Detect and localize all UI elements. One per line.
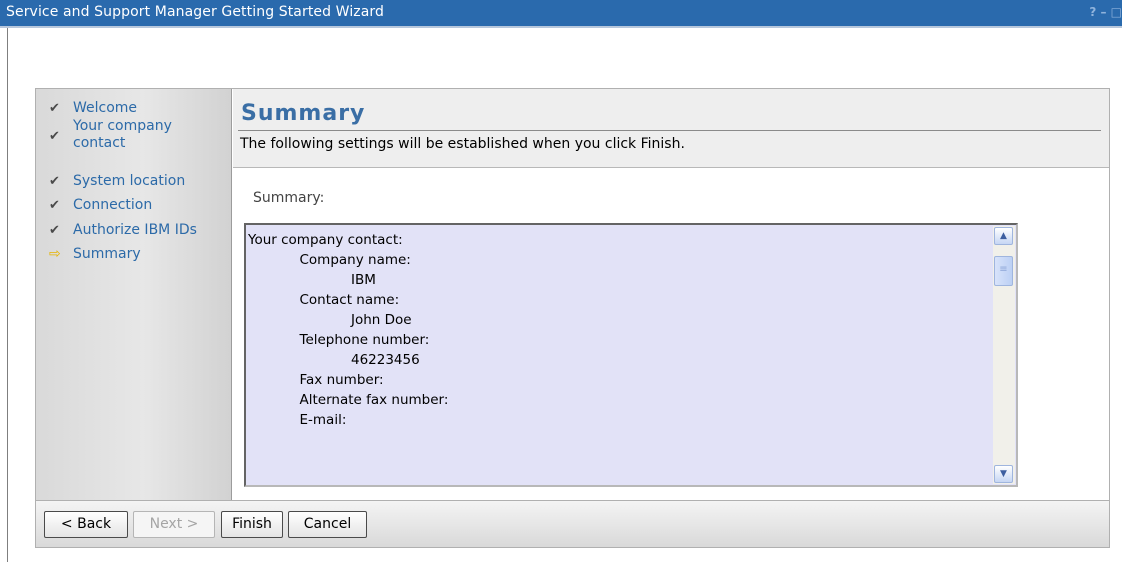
summary-line: E-mail: xyxy=(248,412,347,428)
scroll-thumb[interactable]: ≡ xyxy=(994,256,1013,286)
window-left-border xyxy=(7,28,8,562)
header-divider xyxy=(238,130,1101,131)
summary-label: Summary: xyxy=(253,190,325,206)
checkmark-icon: ✔ xyxy=(49,174,60,189)
window-titlebar: Service and Support Manager Getting Star… xyxy=(0,0,1122,28)
page-title: Summary xyxy=(241,101,366,126)
back-button[interactable]: < Back xyxy=(44,511,128,538)
summary-line: Alternate fax number: xyxy=(248,392,449,408)
summary-line: John Doe xyxy=(248,312,412,328)
summary-line: Telephone number: xyxy=(248,332,430,348)
summary-line: Company name: xyxy=(248,252,411,268)
wizard-step-nav: ✔ Welcome ✔ Your company contact ✔ Syste… xyxy=(36,89,232,500)
summary-line: Fax number: xyxy=(248,372,384,388)
summary-line: 46223456 xyxy=(248,352,420,368)
cancel-button[interactable]: Cancel xyxy=(288,511,367,538)
nav-item-label: Welcome xyxy=(73,100,138,116)
checkmark-icon: ✔ xyxy=(49,223,60,238)
page-description: The following settings will be establish… xyxy=(240,136,685,152)
scroll-down-icon[interactable]: ▼ xyxy=(994,465,1013,483)
nav-item-label: Summary xyxy=(73,246,141,262)
nav-item-label: Authorize IBM IDs xyxy=(73,222,197,238)
summary-content: Your company contact: Company name: IBM … xyxy=(248,230,448,430)
summary-textarea[interactable]: Your company contact: Company name: IBM … xyxy=(244,223,1018,487)
wizard-button-bar: < Back Next > Finish Cancel xyxy=(36,500,1109,547)
checkmark-icon: ✔ xyxy=(49,198,60,213)
arrow-right-icon: ⇨ xyxy=(49,246,61,262)
finish-button[interactable]: Finish xyxy=(221,511,283,538)
vertical-scrollbar[interactable]: ▲ ≡ ▼ xyxy=(993,226,1015,484)
nav-item-label: System location xyxy=(73,173,186,189)
next-button[interactable]: Next > xyxy=(133,511,215,538)
wizard-frame: ✔ Welcome ✔ Your company contact ✔ Syste… xyxy=(35,88,1110,548)
summary-line: IBM xyxy=(248,272,376,288)
nav-item-label: Connection xyxy=(73,197,153,213)
checkmark-icon: ✔ xyxy=(49,101,60,116)
nav-item-label: Your company contact xyxy=(73,118,172,151)
window-title: Service and Support Manager Getting Star… xyxy=(6,4,385,20)
scroll-up-icon[interactable]: ▲ xyxy=(994,227,1013,245)
window-controls[interactable]: ? – □ xyxy=(1089,5,1122,19)
checkmark-icon: ✔ xyxy=(49,129,60,144)
summary-line: Contact name: xyxy=(248,292,400,308)
page-header: Summary The following settings will be e… xyxy=(233,89,1109,168)
summary-line: Your company contact: xyxy=(248,232,403,248)
